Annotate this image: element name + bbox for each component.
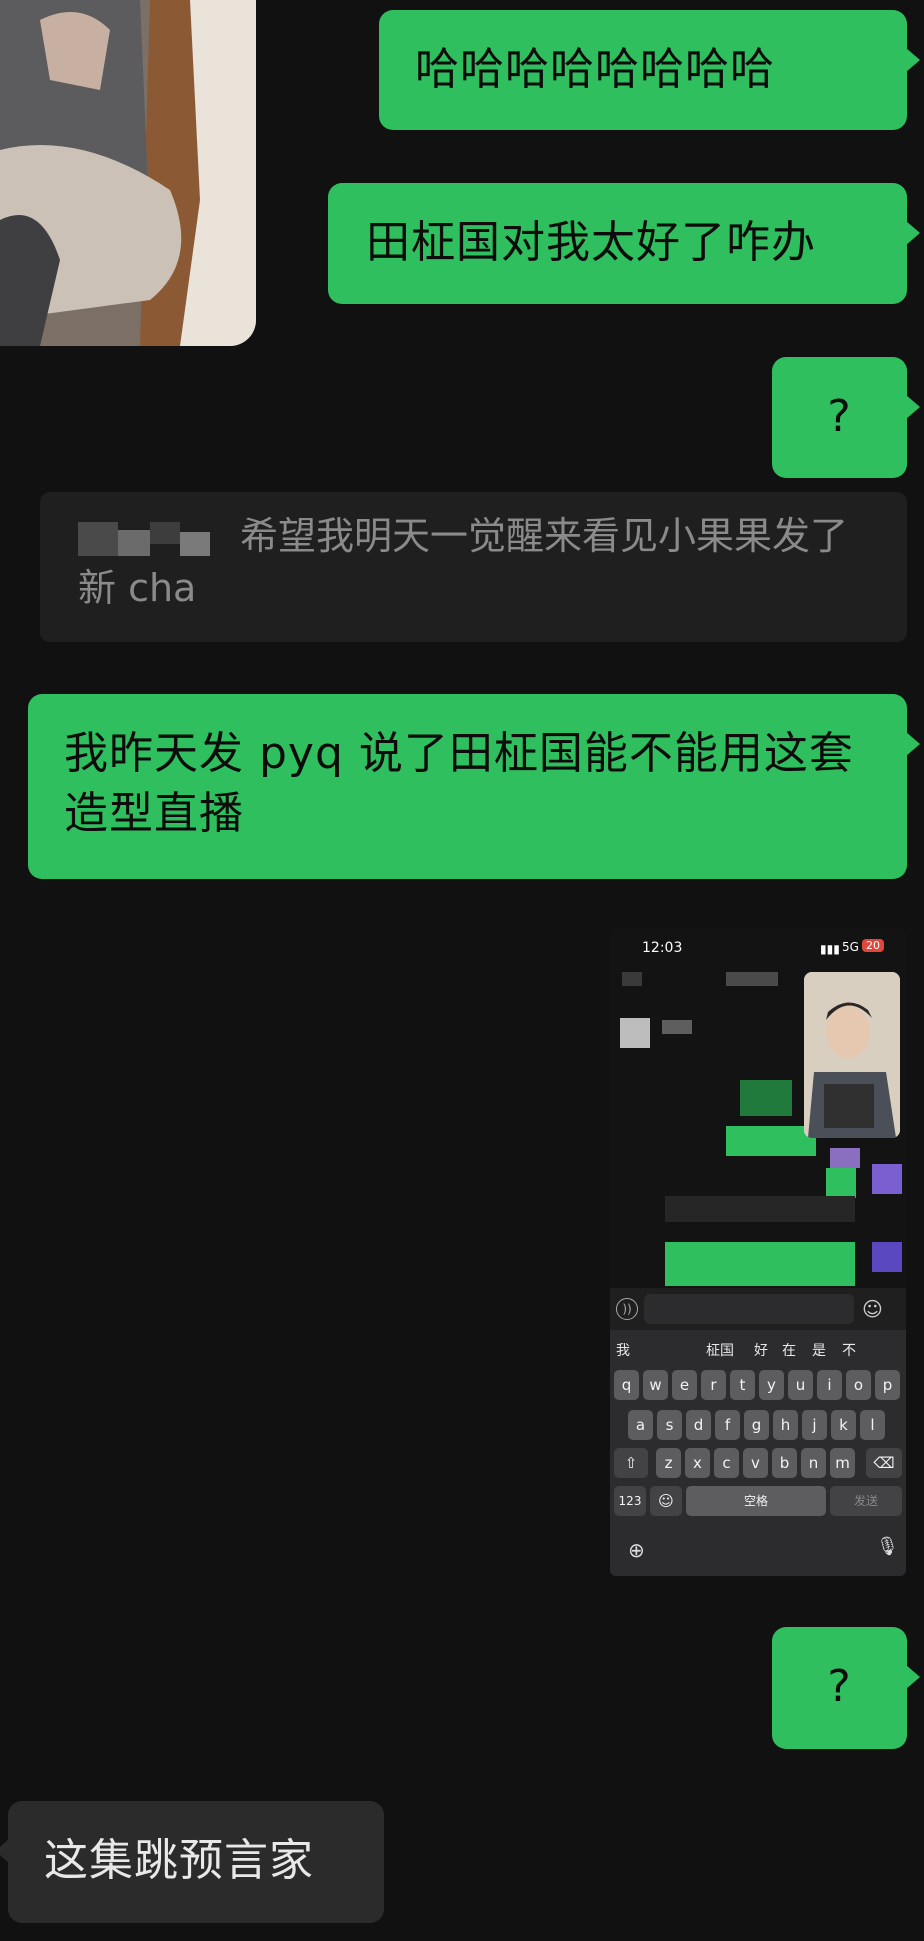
outgoing-message[interactable]: ? <box>772 1627 920 1749</box>
key-v: v <box>743 1448 768 1478</box>
network-label: 5G <box>842 940 859 954</box>
key-b: b <box>772 1448 797 1478</box>
candidate-bar: 我 柾国 好 在 是 不 <box>616 1343 856 1359</box>
key-u: u <box>788 1370 813 1400</box>
key-c: c <box>714 1448 739 1478</box>
key-m: m <box>830 1448 855 1478</box>
outgoing-message[interactable]: 田柾国对我太好了咋办 <box>328 183 920 304</box>
status-time: 12:03 <box>642 940 683 956</box>
globe-icon: ⊕ <box>628 1538 645 1562</box>
key-q: q <box>614 1370 639 1400</box>
voice-icon: )) <box>616 1298 638 1320</box>
message-text: 这集跳预言家 <box>44 1835 314 1886</box>
key-t: t <box>730 1370 755 1400</box>
key-f: f <box>715 1410 740 1440</box>
key-l: l <box>860 1410 885 1440</box>
message-text: ? <box>827 391 852 442</box>
emoji-key: ☺ <box>650 1486 682 1516</box>
key-o: o <box>846 1370 871 1400</box>
key-z: z <box>656 1448 681 1478</box>
key-g: g <box>744 1410 769 1440</box>
quoted-message[interactable]: 希望我明天一觉醒来看见小果果发了新 cha <box>40 492 907 642</box>
quoted-sender-pixelated <box>78 521 216 556</box>
space-key: 空格 <box>686 1486 826 1516</box>
video-thumbnail <box>804 972 900 1138</box>
key-r: r <box>701 1370 726 1400</box>
key-w: w <box>643 1370 668 1400</box>
numbers-key: 123 <box>614 1486 646 1516</box>
text-input <box>644 1294 854 1324</box>
signal-icon: ▮▮▮ <box>820 942 840 956</box>
outgoing-message[interactable]: ? <box>772 357 920 478</box>
outgoing-message[interactable]: 我昨天发 pyq 说了田柾国能不能用这套造型直播 <box>28 694 920 879</box>
key-n: n <box>801 1448 826 1478</box>
message-text: 我昨天发 pyq 说了田柾国能不能用这套造型直播 <box>64 728 854 839</box>
key-y: y <box>759 1370 784 1400</box>
key-i: i <box>817 1370 842 1400</box>
message-text: 田柾国对我太好了咋办 <box>366 217 816 268</box>
key-e: e <box>672 1370 697 1400</box>
key-s: s <box>657 1410 682 1440</box>
mic-icon: 🎙 <box>876 1536 899 1557</box>
key-d: d <box>686 1410 711 1440</box>
message-text: ? <box>827 1661 852 1712</box>
outgoing-message[interactable]: 哈哈哈哈哈哈哈哈 <box>379 10 920 130</box>
backspace-key: ⌫ <box>866 1448 902 1478</box>
key-p: p <box>875 1370 900 1400</box>
input-bar: )) ☺ <box>610 1288 906 1330</box>
key-h: h <box>773 1410 798 1440</box>
key-a: a <box>628 1410 653 1440</box>
received-photo[interactable] <box>0 0 256 346</box>
battery-badge: 20 <box>862 939 884 952</box>
message-text: 哈哈哈哈哈哈哈哈 <box>415 44 775 95</box>
shift-key: ⇧ <box>614 1448 648 1478</box>
key-j: j <box>802 1410 827 1440</box>
key-k: k <box>831 1410 856 1440</box>
incoming-message[interactable]: 这集跳预言家 <box>0 1801 384 1923</box>
keyboard: 我 柾国 好 在 是 不 q w e r t y u i o p a s d f g h j k l z x c v b n m ⇧… <box>610 1330 906 1576</box>
emoji-icon: ☺ <box>862 1297 883 1321</box>
send-key: 发送 <box>830 1486 902 1516</box>
sent-screenshot-image[interactable]: 12:03 ▮▮▮ 5G 20 )) ☺ 我 柾国 好 在 是 不 q w e … <box>610 928 906 1576</box>
key-x: x <box>685 1448 710 1478</box>
